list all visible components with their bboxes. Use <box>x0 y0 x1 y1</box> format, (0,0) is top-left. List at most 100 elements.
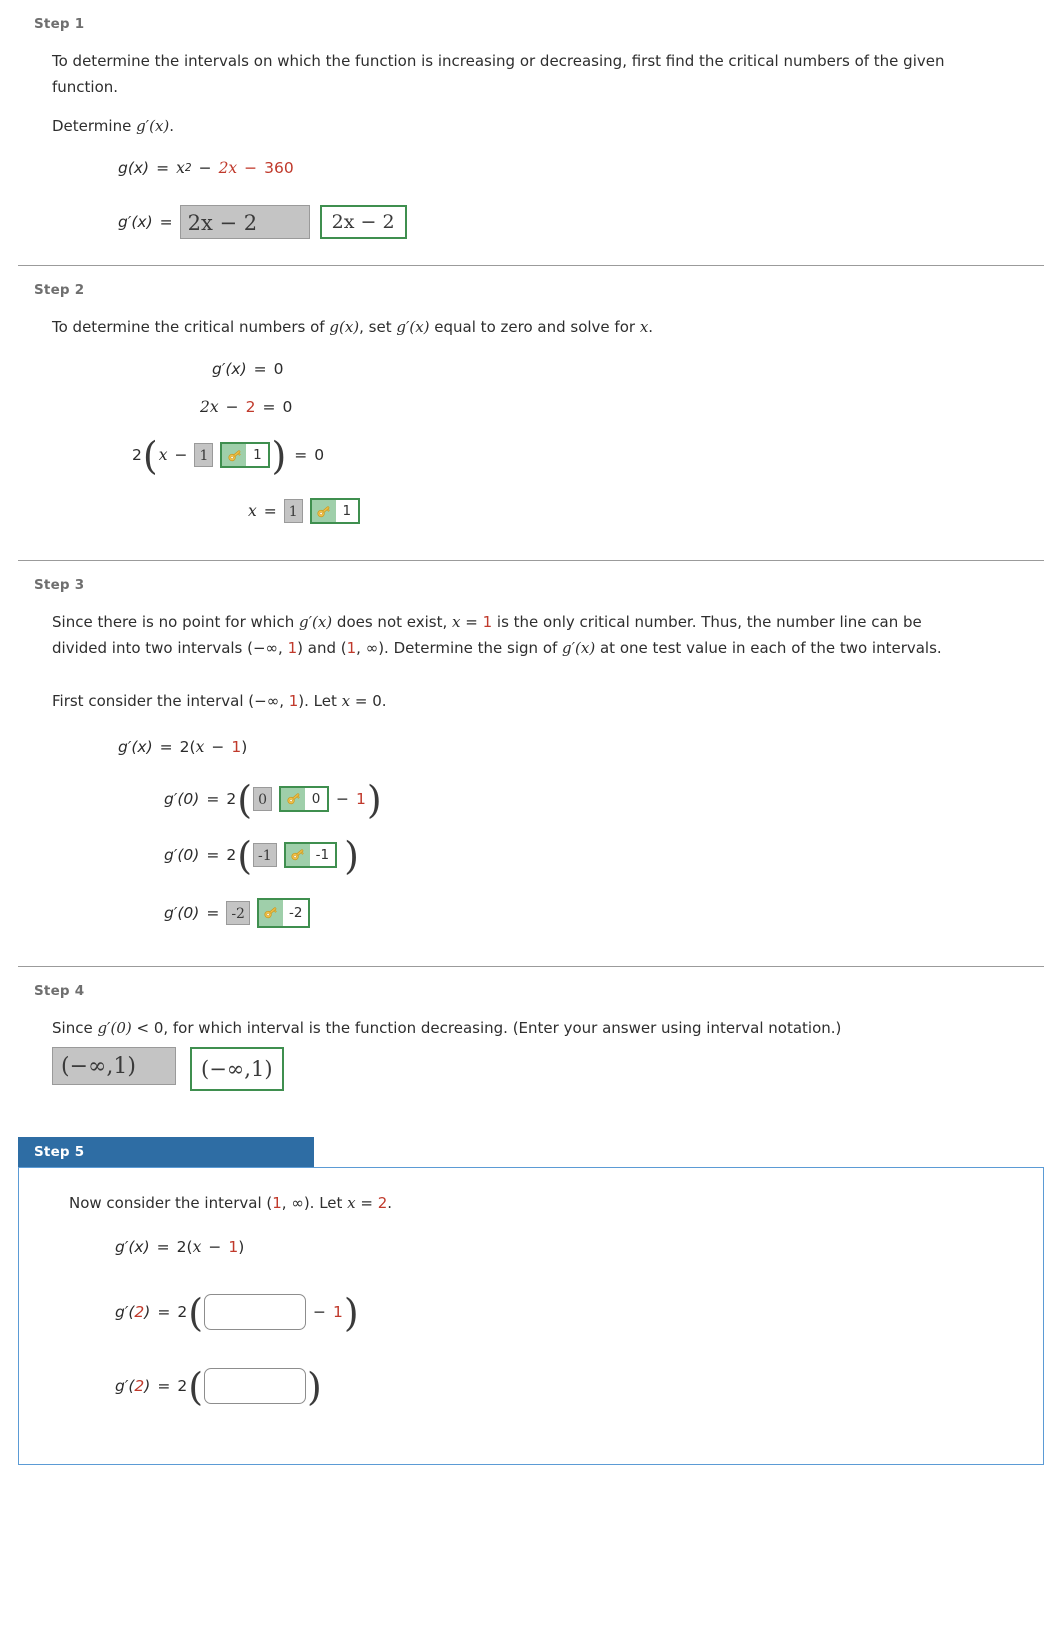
s3-eq4-correct-value: -2 <box>288 904 303 921</box>
step-4-submitted-answer[interactable]: (−∞,1) <box>52 1047 176 1085</box>
step-5-panel: Now consider the interval (1, ∞). Let x … <box>18 1167 1044 1466</box>
step-4-correct-answer: (−∞,1) <box>190 1047 284 1091</box>
s2-eq3-correct-value: 1 <box>253 447 262 463</box>
s3-eq2-answer-group: 0 0 <box>253 785 330 812</box>
s5-eq3-equals: = <box>157 1377 171 1396</box>
s2-eq3-coefficient: 2 <box>132 446 142 464</box>
gx-term-2x: 2x <box>218 158 238 177</box>
s2-eq2-rhs: 0 <box>282 398 293 416</box>
s5-eq2-lhs-val: 2 <box>134 1303 145 1322</box>
s5-eq1-close: ) <box>238 1238 245 1257</box>
step-5-paragraph: Now consider the interval (1, ∞). Let x … <box>69 1190 989 1216</box>
gprime-lhs: g′(x) <box>118 212 153 231</box>
step-1-equation-gx: g(x) = x2 − 2x − 360 <box>52 159 1030 177</box>
s3-eq: = <box>460 613 483 631</box>
s5-eq1-coef: 2( <box>176 1238 193 1257</box>
step-3-equation-4: g′(0) = -2 -2 <box>52 897 1030 928</box>
step-1-equation-gprime: g′(x) = 2x − 2 2x − 2 <box>52 204 1030 239</box>
s3-eq4-lhs: g′(0) <box>164 903 200 922</box>
s5-val-1: 1 <box>272 1194 282 1212</box>
step-4-label: Step 4 <box>34 982 85 999</box>
s5-text-c: = <box>355 1194 378 1212</box>
s3-eq2-submitted-answer[interactable]: 0 <box>253 786 273 811</box>
s5-eq1-equals: = <box>156 1238 170 1257</box>
gx-minus-1: − <box>198 158 212 177</box>
step-1-paragraph: To determine the intervals on which the … <box>52 52 945 97</box>
step-4-body: Since g′(0) < 0, for which interval is t… <box>18 1015 1044 1091</box>
s2-text-b: , set <box>359 317 397 336</box>
s3-eq3-lhs: g′(0) <box>164 845 200 864</box>
step-5-input-2[interactable] <box>204 1368 307 1405</box>
s5-eq2-equals: = <box>157 1303 171 1322</box>
s5-eq1-minus: − <box>208 1238 222 1257</box>
key-icon <box>281 787 306 810</box>
s5-text-b: , ∞). Let <box>281 1194 348 1212</box>
gx-term-360: 360 <box>264 158 294 177</box>
s3-eq2-minus: − <box>336 789 350 808</box>
step-3-paragraph-2: First consider the interval (−∞, 1). Let… <box>52 688 972 714</box>
s3-p2-var: x <box>341 691 351 710</box>
s3-text-b: does not exist, <box>332 613 453 631</box>
s2-text-c: equal to zero and solve for <box>429 317 640 336</box>
s2-eq2-minus: − <box>225 398 239 416</box>
step-3-equation-1: g′(x) = 2( x − 1) <box>52 738 1030 756</box>
step-5-input-1[interactable] <box>204 1294 307 1331</box>
s2-eq4-answer-group: 1 1 <box>283 498 360 524</box>
step-1-answer-group: 2x − 2 2x − 2 <box>179 204 407 239</box>
step-1-submitted-answer[interactable]: 2x − 2 <box>179 204 310 239</box>
s2-eq3-minus: − <box>174 446 188 464</box>
step-3-equation-3: g′(0) = 2 ( -1 -1) <box>164 833 359 878</box>
step-2-label: Step 2 <box>34 281 85 298</box>
step-1-determine-line: Determine g′(x). <box>52 113 972 139</box>
solution-page: Step 1 To determine the intervals on whi… <box>0 0 1062 1466</box>
s3-fn-1: g′(x) <box>298 613 333 631</box>
s3-eq3-answer-group: -1 -1 <box>253 841 338 868</box>
s2-eq2-2x: 2x <box>200 398 219 416</box>
step-5-equation-1: g′(x) = 2( x − 1) <box>53 1238 1023 1256</box>
s3-eq3-coef: 2 <box>226 845 237 864</box>
s3-text-f: at one test value in each of the two int… <box>595 639 942 658</box>
s3-eq1-lhs: g′(x) <box>118 737 153 756</box>
s3-eq4-correct-answer: -2 <box>256 897 311 928</box>
s3-p2-b: ). Let <box>298 691 342 710</box>
s2-eq3-equals: = <box>294 446 308 464</box>
step-1-body: To determine the intervals on which the … <box>18 48 1044 239</box>
s3-eq1-equals: = <box>159 737 173 756</box>
s3-eq1-var: x <box>195 737 205 756</box>
s2-eq1-equals: = <box>253 360 267 378</box>
s3-eq2-correct-value: 0 <box>311 790 321 807</box>
step-5-header: Step 5 <box>18 1137 314 1167</box>
s3-eq2-val: 1 <box>356 789 366 808</box>
s3-text-e: , ∞). Determine the sign of <box>356 639 563 658</box>
step-5-equation-2: g′(2) = 2 ( − 1 ) <box>115 1291 359 1336</box>
s2-eq4-correct-answer: 1 <box>309 498 360 524</box>
step-3-equation-2: g′(0) = 2 ( 0 0 − 1) <box>164 777 382 822</box>
s3-eq3-submitted-answer[interactable]: -1 <box>253 842 277 867</box>
s5-eq3-coef: 2 <box>177 1377 188 1396</box>
s5-text-d: . <box>387 1194 393 1212</box>
s2-eq1-rhs: 0 <box>273 360 284 378</box>
s2-eq3-correct-answer: 1 <box>220 442 271 468</box>
step-2-paragraph: To determine the critical numbers of g(x… <box>52 314 972 340</box>
s3-eq4-submitted-answer[interactable]: -2 <box>226 900 250 925</box>
s2-text-d: . <box>648 317 654 336</box>
s3-text-d: ) and ( <box>297 639 347 658</box>
step-5-equation-3: g′(2) = 2 ( ) <box>115 1365 322 1410</box>
step-4-paragraph: Since g′(0) < 0, for which interval is t… <box>52 1015 972 1041</box>
step-2-equation-3: 2 ( x − 1 1) = 0 <box>132 434 325 478</box>
s2-eq4-submitted-answer[interactable]: 1 <box>283 499 303 523</box>
s4-text-a: Since <box>52 1018 98 1037</box>
s2-eq2-equals: = <box>262 398 276 416</box>
step-4-answer-row: (−∞,1) (−∞,1) <box>52 1047 1030 1091</box>
step-1-block: Step 1 To determine the intervals on whi… <box>0 0 1062 239</box>
step-1-label: Step 1 <box>34 16 85 32</box>
s2-eq3-rhs: 0 <box>314 446 325 464</box>
s3-eq1-coef: 2( <box>179 737 196 756</box>
s2-eq3-var: x <box>158 446 168 464</box>
s2-eq3-submitted-answer[interactable]: 1 <box>194 443 214 467</box>
s5-eq2-minus: − <box>313 1303 327 1322</box>
determine-suffix: . <box>169 116 175 135</box>
gx-x: x <box>176 158 185 177</box>
s2-text-a: To determine the critical numbers of <box>52 317 330 336</box>
step-5-block: Step 5 Now consider the interval (1, ∞).… <box>18 1137 1044 1466</box>
